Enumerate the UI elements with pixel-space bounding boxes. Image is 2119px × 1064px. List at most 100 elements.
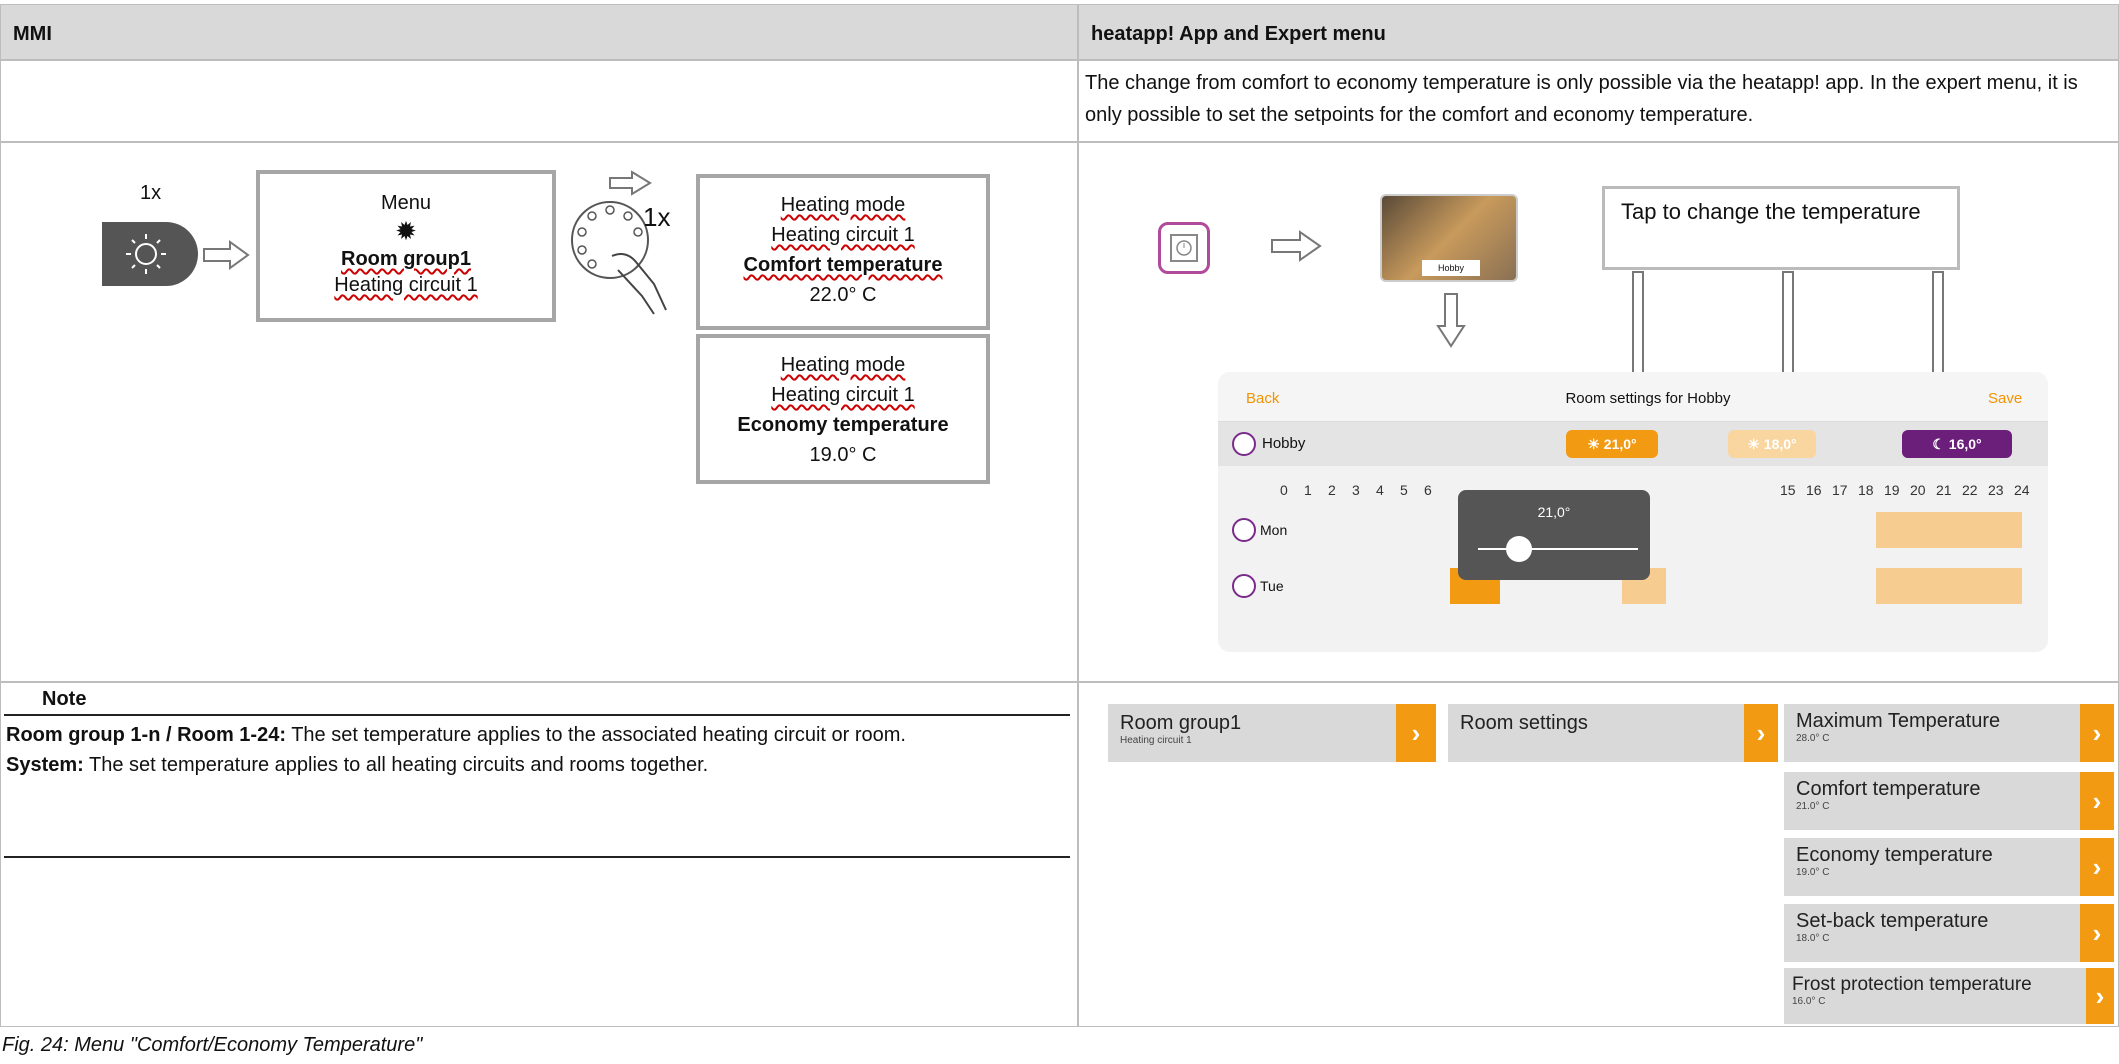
room-group-label: Room group1: [341, 248, 471, 270]
mmi-header-text: MMI: [13, 23, 52, 45]
comfort-temp-label: Comfort temperature: [1796, 778, 1981, 800]
hour-label: 5: [1400, 482, 1408, 498]
comfort-pill-text: 21,0°: [1603, 436, 1637, 452]
save-button[interactable]: Save: [1988, 390, 2022, 407]
room-group-sub: Heating circuit 1: [1120, 735, 1192, 746]
screen-title: Room settings for Hobby: [1565, 390, 1731, 407]
hour-label: 24: [2014, 482, 2030, 498]
room-settings-screen: Back Room settings for Hobby Save Hobby …: [1218, 372, 2048, 652]
hour-label: 20: [1910, 482, 1926, 498]
arrow-down-icon: [1436, 293, 1466, 348]
menu-title: Menu: [380, 192, 432, 214]
day-mon: Mon: [1260, 522, 1288, 538]
room-group-label: Room group1: [1120, 712, 1242, 734]
max-temp-value: 28.0° C: [1796, 733, 1830, 744]
heating-circuit-label: Heating circuit 1: [771, 384, 915, 406]
hour-label: 16: [1806, 482, 1822, 498]
hobby-room-tile[interactable]: Hobby: [1380, 194, 1518, 282]
figure-caption: Fig. 24: Menu "Comfort/Economy Temperatu…: [2, 1034, 423, 1056]
comfort-temperature-value: 22.0° C: [809, 284, 877, 306]
eco-pill-text: 16,0°: [1948, 436, 1982, 452]
setback-temp-card[interactable]: Set-back temperature 18.0° C ›: [1784, 904, 2114, 962]
app-header-text: heatapp! App and Expert menu: [1091, 23, 1386, 45]
temperature-slider-popup[interactable]: 21,0°: [1458, 490, 1650, 580]
day-icon: [1232, 574, 1256, 598]
press-count: 1x: [140, 182, 162, 204]
room-settings-card[interactable]: Room settings ›: [1448, 704, 1778, 762]
chevron-right-icon[interactable]: ›: [2086, 968, 2114, 1024]
economy-temperature-label: Economy temperature: [737, 414, 949, 436]
setback-temp-pill[interactable]: ☀ 18,0°: [1728, 430, 1816, 458]
room-name: Hobby: [1262, 435, 1306, 452]
frost-temp-card[interactable]: Frost protection temperature 16.0° C ›: [1784, 968, 2114, 1024]
note-top-rule: [4, 714, 1070, 716]
chevron-right-icon[interactable]: ›: [2080, 838, 2114, 896]
heating-mode-label: Heating mode: [780, 354, 906, 376]
mmi-intro-cell: [0, 60, 1078, 142]
arrow-right-icon: [203, 240, 250, 270]
max-temp-label: Maximum Temperature: [1796, 710, 2001, 732]
app-intro-cell: The change from comfort to economy tempe…: [1078, 60, 2119, 142]
heating-circuit-label: Heating circuit 1: [771, 224, 915, 246]
note-line-2-bold: System:: [6, 754, 84, 776]
hour-label: 4: [1376, 482, 1384, 498]
chevron-right-icon[interactable]: ›: [2080, 704, 2114, 762]
chevron-right-icon[interactable]: ›: [2080, 904, 2114, 962]
note-line-2-text: The set temperature applies to all heati…: [83, 754, 709, 776]
economy-temp-label: Economy temperature: [1796, 844, 1993, 866]
economy-temperature-value: 19.0° C: [809, 444, 877, 466]
setback-pill-text: 18,0°: [1763, 436, 1797, 452]
note-line-1-text: The set temperature applies to the assoc…: [286, 724, 906, 746]
note-body: Room group 1-n / Room 1-24: The set temp…: [6, 720, 1066, 780]
hour-label: 18: [1858, 482, 1874, 498]
arrow-right-small-icon: [609, 170, 652, 196]
economy-temp-card[interactable]: Economy temperature 19.0° C ›: [1784, 838, 2114, 896]
back-button[interactable]: Back: [1246, 390, 1279, 407]
hour-label: 21: [1936, 482, 1952, 498]
slider-thumb[interactable]: [1506, 536, 1532, 562]
rotate-count: 1x: [643, 202, 671, 232]
comfort-temp-card[interactable]: Comfort temperature 21.0° C ›: [1784, 772, 2114, 830]
menu-box: Menu ✹ Room group1 Heating circuit 1: [256, 170, 556, 322]
mon-comfort-block[interactable]: [1876, 512, 2022, 548]
tap-callout: Tap to change the temperature: [1602, 186, 1960, 270]
clock-icon: [1170, 234, 1198, 262]
economy-mode-box: Heating mode Heating circuit 1 Economy t…: [696, 334, 990, 484]
max-temp-card[interactable]: Maximum Temperature 28.0° C ›: [1784, 704, 2114, 762]
comfort-temp-pill[interactable]: ☀ 21,0°: [1566, 430, 1658, 458]
app-toolbar: Back Room settings for Hobby Save: [1218, 372, 2048, 422]
comfort-mode-box: Heating mode Heating circuit 1 Comfort t…: [696, 174, 990, 330]
note-line-1: Room group 1-n / Room 1-24: The set temp…: [6, 720, 1066, 750]
schedule-app-button[interactable]: [1158, 222, 1210, 274]
hour-label: 3: [1352, 482, 1360, 498]
hour-label: 23: [1988, 482, 2004, 498]
intro-text: The change from comfort to economy tempe…: [1085, 72, 2078, 126]
sun-button[interactable]: [102, 222, 198, 286]
hour-label: 22: [1962, 482, 1978, 498]
slider-value: 21,0°: [1537, 504, 1571, 520]
tile-label: Hobby: [1422, 260, 1480, 276]
heating-circuit-label: Heating circuit 1: [334, 274, 478, 296]
room-row: Hobby ☀ 21,0° ☀ 18,0° ☾ 16,0°: [1218, 422, 2048, 466]
frost-temp-value: 16.0° C: [1792, 996, 1826, 1007]
economy-temp-value: 19.0° C: [1796, 867, 1830, 878]
note-bottom-rule: [4, 856, 1070, 858]
eco-temp-pill[interactable]: ☾ 16,0°: [1902, 430, 2012, 458]
hour-label: 15: [1780, 482, 1796, 498]
setback-temp-value: 18.0° C: [1796, 933, 1830, 944]
tue-comfort-block-2[interactable]: [1876, 568, 2022, 604]
mmi-column-header: MMI: [0, 4, 1078, 60]
chevron-right-icon[interactable]: ›: [1744, 704, 1778, 762]
sun-bold-icon: ✹: [395, 216, 417, 246]
chevron-right-icon[interactable]: ›: [2080, 772, 2114, 830]
sun-icon: [126, 234, 166, 274]
chevron-right-icon[interactable]: ›: [1396, 704, 1436, 762]
comfort-temp-value: 21.0° C: [1796, 801, 1830, 812]
room-group-card[interactable]: Room group1 Heating circuit 1 ›: [1108, 704, 1436, 762]
app-column-header: heatapp! App and Expert menu: [1078, 4, 2119, 60]
hour-label: 2: [1328, 482, 1336, 498]
day-icon: [1232, 518, 1256, 542]
hour-label: 19: [1884, 482, 1900, 498]
room-settings-label: Room settings: [1460, 712, 1588, 734]
room-icon: [1232, 432, 1256, 456]
